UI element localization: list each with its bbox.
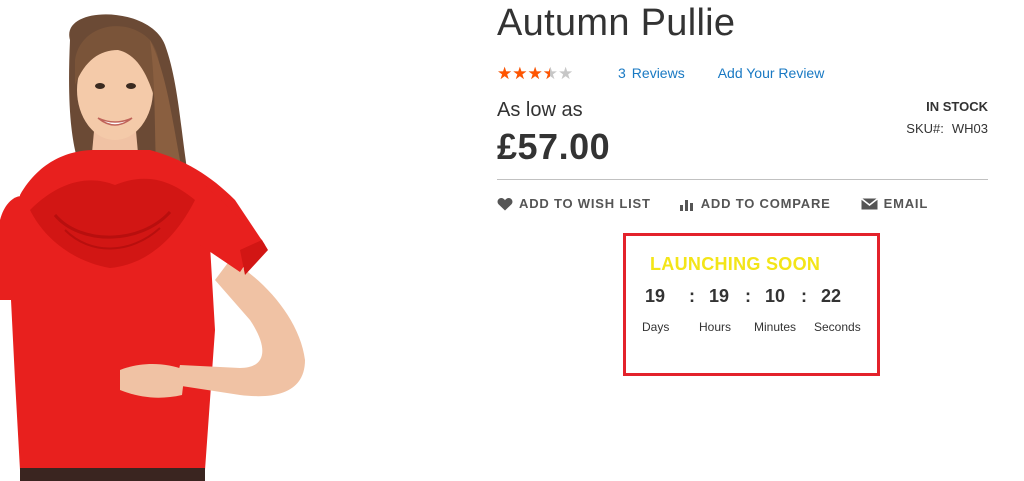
countdown-days: 19 xyxy=(644,286,666,306)
countdown-title: LAUNCHING SOON xyxy=(650,254,821,274)
product-actions: ADD TO WISH LIST ADD TO COMPARE EMAIL xyxy=(497,196,928,211)
stock-status: IN STOCK xyxy=(926,99,988,114)
launch-countdown: LAUNCHING SOON 19 : 19 : 10 : 22 Days Ho… xyxy=(623,233,880,376)
compare-label: ADD TO COMPARE xyxy=(700,196,831,211)
countdown-seconds-label: Seconds xyxy=(814,320,861,334)
product-title: Autumn Pullie xyxy=(497,2,736,44)
add-review-link[interactable]: Add Your Review xyxy=(718,65,825,81)
divider xyxy=(497,179,988,180)
price-label: As low as xyxy=(497,99,583,121)
countdown-separator: : xyxy=(689,286,695,306)
countdown-units: Days Hours Minutes Seconds xyxy=(626,320,877,336)
countdown-separator: : xyxy=(801,286,807,306)
bar-chart-icon xyxy=(679,199,693,211)
product-sku: SKU#: WH03 xyxy=(906,121,988,136)
wishlist-label: ADD TO WISH LIST xyxy=(519,196,651,211)
countdown-separator: : xyxy=(745,286,751,306)
countdown-minutes-label: Minutes xyxy=(754,320,797,334)
rating-stars: ★★★★★ ★★★★★ xyxy=(497,65,585,82)
sku-label: SKU#: xyxy=(906,121,944,136)
email-button[interactable]: EMAIL xyxy=(860,196,929,211)
reviews-label: Reviews xyxy=(631,65,685,81)
countdown-hours: 19 xyxy=(708,286,730,306)
countdown-minutes: 10 xyxy=(764,286,786,306)
add-to-wishlist-button[interactable]: ADD TO WISH LIST xyxy=(497,196,651,211)
countdown-timer: 19 : 19 : 10 : 22 xyxy=(626,286,877,306)
add-to-compare-button[interactable]: ADD TO COMPARE xyxy=(679,196,831,211)
sku-value: WH03 xyxy=(951,121,988,136)
rating-stars-filled: ★★★★★ xyxy=(497,64,550,82)
countdown-days-label: Days xyxy=(642,320,670,334)
product-image[interactable] xyxy=(0,0,330,481)
reviews-count: 3 xyxy=(618,65,626,81)
product-price: £57.00 xyxy=(497,126,611,167)
reviews-summary: ★★★★★ ★★★★★ 3 Reviews Add Your Review xyxy=(497,63,824,83)
heart-icon xyxy=(497,197,513,210)
envelope-icon xyxy=(860,197,878,209)
countdown-seconds: 22 xyxy=(820,286,842,306)
product-page: Autumn Pullie ★★★★★ ★★★★★ 3 Reviews Add Y… xyxy=(0,0,1024,481)
email-label: EMAIL xyxy=(883,196,929,211)
reviews-link[interactable]: 3 Reviews xyxy=(618,65,685,81)
countdown-hours-label: Hours xyxy=(699,320,732,334)
